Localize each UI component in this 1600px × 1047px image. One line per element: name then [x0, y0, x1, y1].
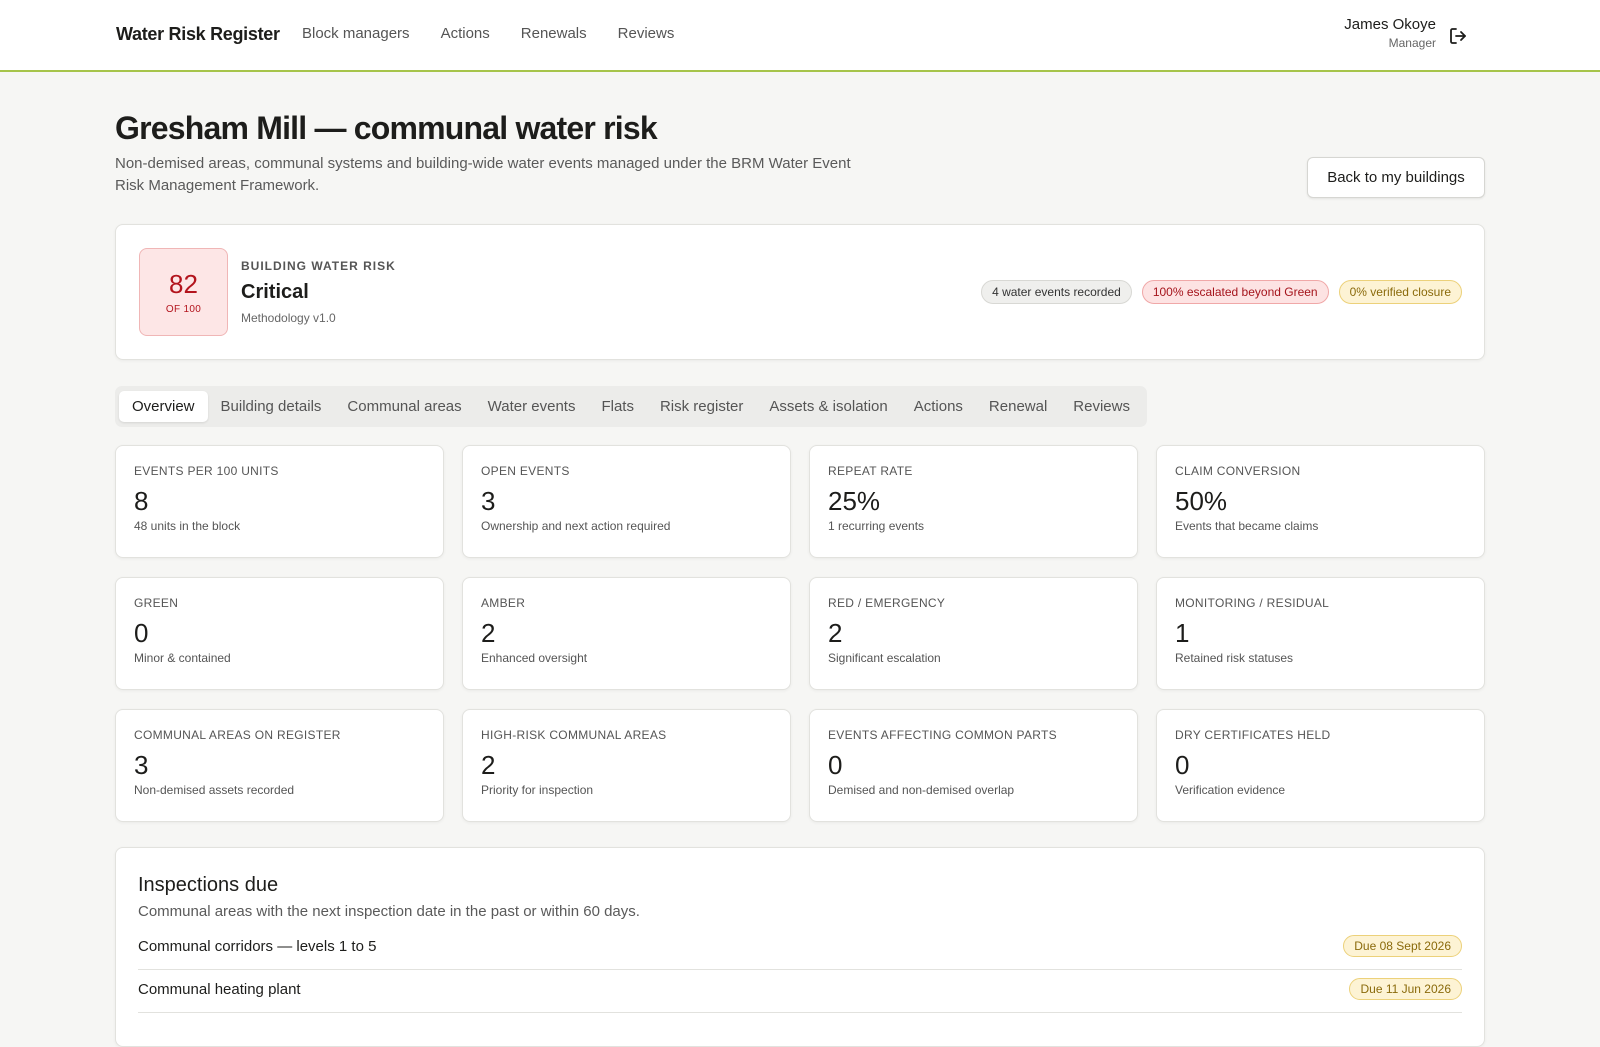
metric-note: Ownership and next action required — [481, 519, 671, 533]
risk-score-max: OF 100 — [165, 304, 202, 315]
metric-card: Events per 100 units 8 48 units in the b… — [115, 445, 444, 558]
risk-level: Critical — [241, 281, 309, 303]
inspection-row[interactable]: Communal corridors — levels 1 to 5 Due 0… — [138, 928, 1462, 970]
events-recorded-badge: 4 water events recorded — [981, 280, 1132, 304]
metric-card: Monitoring / residual 1 Retained risk st… — [1156, 577, 1485, 690]
inspection-row[interactable]: Communal heating plant Due 11 Jun 2026 — [138, 971, 1462, 1013]
metric-card: High-risk communal areas 2 Priority for … — [462, 709, 791, 822]
metric-note: Enhanced oversight — [481, 651, 588, 665]
verified-closure-badge: 0% verified closure — [1338, 280, 1462, 304]
metric-label: Green — [134, 596, 179, 610]
metric-grid: Events per 100 units 8 48 units in the b… — [115, 445, 1485, 822]
tab-overview[interactable]: Overview — [119, 391, 208, 422]
tab-reviews[interactable]: Reviews — [1060, 391, 1143, 422]
metric-value: 50% — [1175, 486, 1228, 516]
building-tabs: Overview Building details Communal areas… — [115, 386, 1147, 427]
inspections-title: Inspections due — [138, 874, 279, 896]
metric-label: Events per 100 units — [134, 464, 279, 478]
metric-value: 0 — [134, 618, 149, 648]
metric-card: Claim conversion 50% Events that became … — [1156, 445, 1485, 558]
metric-value: 2 — [481, 750, 496, 780]
metric-note: Retained risk statuses — [1175, 651, 1294, 665]
risk-methodology: Methodology v1.0 — [241, 311, 336, 325]
metric-value: 3 — [481, 486, 496, 516]
top-navigation-bar: Water Risk Register Block managers Actio… — [0, 0, 1600, 72]
inspections-subtitle: Communal areas with the next inspection … — [138, 903, 640, 920]
metric-value: 0 — [828, 750, 843, 780]
tab-risk-register[interactable]: Risk register — [647, 391, 756, 422]
tab-flats[interactable]: Flats — [588, 391, 647, 422]
metric-label: Events affecting common parts — [828, 728, 1057, 742]
metric-card: Events affecting common parts 0 Demised … — [809, 709, 1138, 822]
metric-note: Verification evidence — [1175, 783, 1286, 797]
nav-renewals[interactable]: Renewals — [521, 25, 587, 42]
metric-value: 8 — [134, 486, 149, 516]
tab-renewal[interactable]: Renewal — [976, 391, 1060, 422]
metric-card: Red / emergency 2 Significant escalation — [809, 577, 1138, 690]
app-brand[interactable]: Water Risk Register — [116, 24, 280, 45]
metric-card: Communal areas on register 3 Non-demised… — [115, 709, 444, 822]
metric-value: 3 — [134, 750, 149, 780]
metric-label: Dry certificates held — [1175, 728, 1331, 742]
metric-label: Claim conversion — [1175, 464, 1301, 478]
risk-score-value: 82 — [169, 269, 198, 299]
logout-icon[interactable] — [1448, 26, 1468, 46]
metric-label: High-risk communal areas — [481, 728, 667, 742]
inspections-due-panel: Inspections due Communal areas with the … — [115, 847, 1485, 1047]
escalated-badge: 100% escalated beyond Green — [1141, 280, 1329, 304]
inspection-area-name: Communal corridors — levels 1 to 5 — [138, 938, 377, 955]
metric-label: Open events — [481, 464, 570, 478]
inspection-due-badge: Due 08 Sept 2026 — [1343, 935, 1462, 957]
metric-note: Priority for inspection — [481, 783, 594, 797]
user-role: Manager — [1388, 36, 1436, 50]
tab-actions[interactable]: Actions — [901, 391, 976, 422]
tab-building-details[interactable]: Building details — [208, 391, 335, 422]
metric-label: Repeat rate — [828, 464, 913, 478]
page-title: Gresham Mill — communal water risk — [115, 110, 658, 146]
metric-note: 48 units in the block — [134, 519, 241, 533]
nav-reviews[interactable]: Reviews — [618, 25, 675, 42]
nav-actions[interactable]: Actions — [441, 25, 490, 42]
nav-block-managers[interactable]: Block managers — [302, 25, 410, 42]
user-info: James Okoye Manager — [1344, 16, 1436, 50]
inspection-due-badge: Due 11 Jun 2026 — [1349, 978, 1462, 1000]
metric-value: 0 — [1175, 750, 1190, 780]
metric-value: 25% — [828, 486, 881, 516]
metric-label: Monitoring / residual — [1175, 596, 1330, 610]
building-risk-card: 82 OF 100 BUILDING WATER RISK Critical M… — [115, 224, 1485, 360]
risk-score-badge: 82 OF 100 — [139, 248, 228, 336]
metric-card: Open events 3 Ownership and next action … — [462, 445, 791, 558]
metric-note: Non-demised assets recorded — [134, 783, 295, 797]
metric-label: Red / emergency — [828, 596, 946, 610]
metric-note: Events that became claims — [1175, 519, 1319, 533]
metric-card: Dry certificates held 0 Verification evi… — [1156, 709, 1485, 822]
page-subtitle: Non-demised areas, communal systems and … — [115, 155, 851, 194]
metric-note: Demised and non-demised overlap — [828, 783, 1015, 797]
metric-note: Minor & contained — [134, 651, 231, 665]
risk-pills: 4 water events recorded 100% escalated b… — [981, 280, 1462, 304]
metric-value: 1 — [1175, 618, 1190, 648]
metric-card: Amber 2 Enhanced oversight — [462, 577, 791, 690]
metric-card: Green 0 Minor & contained — [115, 577, 444, 690]
tab-water-events[interactable]: Water events — [475, 391, 589, 422]
tab-assets-isolation[interactable]: Assets & isolation — [756, 391, 900, 422]
metric-value: 2 — [828, 618, 843, 648]
metric-value: 2 — [481, 618, 496, 648]
metric-note: 1 recurring events — [828, 519, 925, 533]
metric-note: Significant escalation — [828, 651, 941, 665]
main-nav: Block managers Actions Renewals Reviews — [302, 25, 705, 42]
risk-label: BUILDING WATER RISK — [241, 259, 396, 273]
metric-card: Repeat rate 25% 1 recurring events — [809, 445, 1138, 558]
metric-label: Communal areas on register — [134, 728, 341, 742]
back-to-buildings-button[interactable]: Back to my buildings — [1307, 157, 1485, 198]
metric-label: Amber — [481, 596, 526, 610]
tab-communal-areas[interactable]: Communal areas — [334, 391, 474, 422]
inspection-area-name: Communal heating plant — [138, 981, 301, 998]
user-name: James Okoye — [1344, 16, 1436, 33]
